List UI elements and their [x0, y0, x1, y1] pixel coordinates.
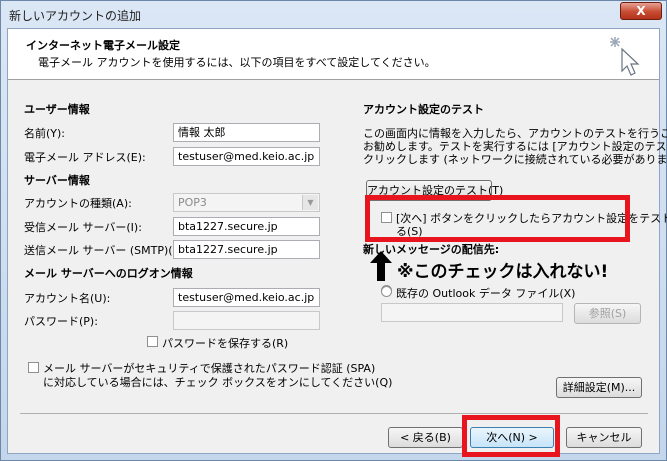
test-description-line3: クリックします (ネットワークに接続されている必要があります)。 [363, 153, 667, 166]
name-input[interactable]: 情報 太郎 [173, 123, 320, 142]
logon-info-heading: メール サーバーへのログオン情報 [24, 267, 193, 280]
account-type-select: POP3 ▼ [173, 193, 320, 212]
cursor-sparkle-icon [610, 37, 640, 76]
remember-password-checkbox[interactable] [147, 336, 158, 347]
title-bar: 新しいアカウントの追加 X [1, 1, 666, 27]
password-input[interactable] [173, 311, 320, 330]
name-label: 名前(Y): [24, 127, 66, 140]
next-button-highlight-box [462, 415, 560, 457]
footer-divider [20, 413, 648, 414]
close-button[interactable]: X [620, 2, 662, 20]
browse-button[interactable]: 参照(S) [574, 303, 641, 324]
chevron-down-icon: ▼ [302, 195, 318, 210]
account-type-label: アカウントの種類(A): [24, 197, 132, 210]
spa-label-line2: に対応している場合には、チェック ボックスをオンにしてください(Q) [43, 376, 393, 389]
more-settings-button[interactable]: 詳細設定(M)... [556, 377, 642, 398]
existing-pst-label: 既存の Outlook データ ファイル(X) [396, 287, 576, 300]
email-label: 電子メール アドレス(E): [24, 151, 146, 164]
auto-test-highlight-box [365, 195, 630, 242]
back-button[interactable]: < 戻る(B) [388, 427, 463, 448]
account-name-label: アカウント名(U): [24, 292, 111, 305]
server-info-heading: サーバー情報 [24, 174, 90, 187]
header-title: インターネット電子メール設定 [26, 39, 180, 52]
header-subtitle: 電子メール アカウントを使用するには、以下の項目をすべて設定してください。 [38, 56, 436, 69]
account-name-input[interactable]: testuser@med.keio.ac.jp [173, 288, 320, 307]
email-input[interactable]: testuser@med.keio.ac.jp [173, 147, 320, 166]
cancel-button[interactable]: キャンセル [566, 427, 642, 448]
test-heading: アカウント設定のテスト [363, 103, 484, 116]
annotation-note: ※このチェックは入れない! [397, 262, 609, 282]
window-title: 新しいアカウントの追加 [9, 9, 142, 23]
account-type-value: POP3 [178, 196, 207, 209]
pst-path-input [381, 303, 563, 322]
outgoing-server-input[interactable]: bta1227.secure.jp [173, 240, 320, 259]
existing-pst-radio[interactable] [381, 286, 392, 297]
incoming-server-label: 受信メール サーバー(I): [24, 221, 142, 234]
user-info-heading: ユーザー情報 [24, 103, 90, 116]
spa-checkbox[interactable] [28, 362, 39, 373]
dialog-window: 新しいアカウントの追加 X インターネット電子メール設定 電子メール アカウント… [0, 0, 667, 461]
arrow-up-icon [370, 251, 392, 281]
remember-password-label: パスワードを保存する(R) [162, 337, 289, 350]
password-label: パスワード(P): [24, 315, 98, 328]
wizard-header: インターネット電子メール設定 電子メール アカウントを使用するには、以下の項目を… [8, 29, 659, 80]
outgoing-server-label: 送信メール サーバー (SMTP)(O): [24, 244, 190, 257]
close-icon: X [636, 4, 646, 18]
incoming-server-input[interactable]: bta1227.secure.jp [173, 217, 320, 236]
